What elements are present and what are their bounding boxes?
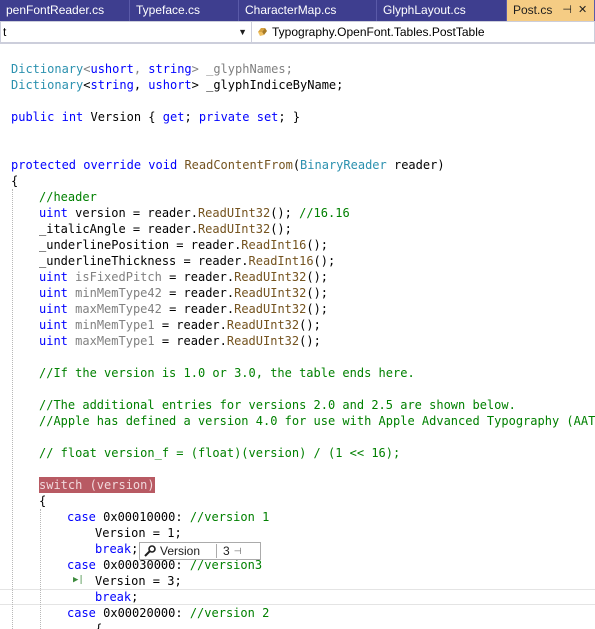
code-line: uint maxMemType1 = reader.ReadUInt32(); (39, 334, 321, 348)
class-icon (258, 28, 267, 36)
current-line-highlight (0, 589, 595, 605)
chevron-down-icon: ▼ (238, 27, 247, 37)
code-line: uint version = reader.ReadUInt32(); //16… (39, 206, 350, 220)
code-line: uint isFixedPitch = reader.ReadUInt32(); (39, 270, 329, 284)
debug-datatip[interactable]: Version 3 ⊣ (139, 542, 261, 560)
tab-label: Post.cs (513, 3, 553, 17)
code-line: uint minMemType1 = reader.ReadUInt32(); (39, 318, 321, 332)
navigation-bar: t ▼ Typography.OpenFont.Tables.PostTable (0, 21, 595, 44)
code-line: protected override void ReadContentFrom(… (11, 158, 445, 172)
tab-openfontreader[interactable]: penFontReader.cs (0, 0, 130, 21)
document-tab-bar: penFontReader.cs Typeface.cs CharacterMa… (0, 0, 595, 21)
code-line: _underlinePosition = reader.ReadInt16(); (39, 238, 329, 252)
tab-label: penFontReader.cs (6, 3, 105, 17)
datatip-separator (216, 544, 218, 558)
code-comment: //The additional entries for versions 2.… (39, 398, 516, 412)
pin-tab-icon[interactable]: ⊣ (562, 0, 572, 21)
tab-typeface[interactable]: Typeface.cs (130, 0, 239, 21)
tab-charactermap[interactable]: CharacterMap.cs (239, 0, 377, 21)
tab-label: Typeface.cs (136, 3, 201, 17)
code-line: Version = 1; (95, 526, 182, 540)
code-line: _italicAngle = reader.ReadUInt32(); (39, 222, 292, 236)
tab-post[interactable]: Post.cs ⊣ ✕ (507, 0, 595, 21)
code-line: case 0x00010000: //version 1 (67, 510, 270, 524)
type-dropdown[interactable]: Typography.OpenFont.Tables.PostTable (252, 21, 595, 43)
type-dropdown-value: Typography.OpenFont.Tables.PostTable (272, 25, 485, 39)
indent-guide (40, 509, 41, 629)
code-comment: //Apple has defined a version 4.0 for us… (39, 414, 595, 428)
tab-label: GlyphLayout.cs (383, 3, 466, 17)
tab-glyphlayout[interactable]: GlyphLayout.cs (377, 0, 507, 21)
code-line: uint maxMemType42 = reader.ReadUInt32(); (39, 302, 329, 316)
datatip-value[interactable]: 3 (223, 544, 230, 558)
code-line: _underlineThickness = reader.ReadInt16()… (39, 254, 336, 268)
close-tab-icon[interactable]: ✕ (578, 0, 587, 21)
code-line: break; (95, 590, 139, 604)
code-line: public int Version { get; private set; } (11, 110, 301, 124)
code-line: break; (95, 542, 139, 556)
code-line: { (11, 174, 19, 188)
code-line: { (95, 622, 103, 629)
project-dropdown-value: t (3, 25, 7, 39)
code-line: { (39, 494, 47, 508)
indent-guide (12, 189, 13, 629)
code-line: Version = 3; (95, 574, 182, 588)
code-line: case 0x00020000: //version 2 (67, 606, 270, 620)
code-line: Dictionary<ushort, string> _glyphNames; (11, 62, 293, 76)
code-line: Dictionary<string, ushort> _glyphIndiceB… (11, 78, 344, 92)
wrench-icon (144, 545, 156, 557)
run-to-click-icon[interactable]: ▶| (73, 575, 84, 585)
code-comment: // float version_f = (float)(version) / … (39, 446, 401, 460)
datatip-variable-name: Version (160, 544, 201, 558)
code-comment: //header (39, 190, 97, 204)
code-comment: //If the version is 1.0 or 3.0, the tabl… (39, 366, 415, 380)
code-line: uint minMemType42 = reader.ReadUInt32(); (39, 286, 329, 300)
tab-label: CharacterMap.cs (245, 3, 337, 17)
project-dropdown[interactable]: t ▼ (0, 21, 252, 43)
code-editor[interactable]: Dictionary<ushort, string> _glyphNames; … (0, 44, 595, 629)
pin-icon[interactable]: ⊣ (234, 546, 242, 557)
highlighted-statement: switch (version) (39, 477, 155, 493)
